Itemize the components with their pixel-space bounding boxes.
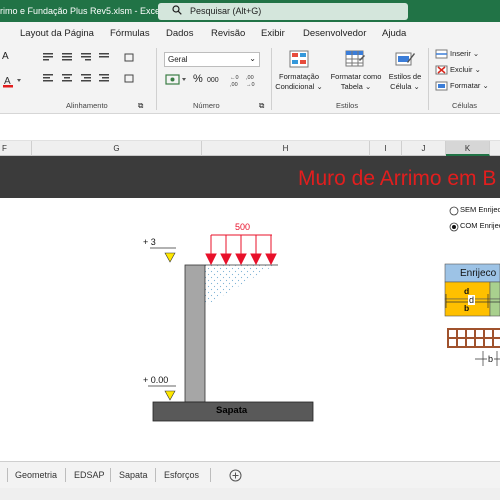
brick-detail [447, 328, 500, 348]
add-sheet-icon[interactable] [229, 469, 242, 482]
radio-without-stiffener[interactable] [449, 206, 459, 216]
ribbon-separator [428, 48, 429, 110]
wall-stem [184, 264, 206, 403]
tab-formulas[interactable]: Fórmulas [110, 28, 150, 39]
formula-bar-area [0, 114, 500, 141]
column-header-i[interactable]: I [370, 141, 402, 156]
format-as-table-label1[interactable]: Formatar como [327, 72, 385, 82]
column-header-f[interactable]: F [0, 141, 32, 156]
styles-group-label: Estilos [336, 101, 359, 110]
alignment-icons[interactable] [40, 51, 135, 96]
number-group-label: Número [193, 101, 220, 110]
currency-icon[interactable] [164, 72, 188, 88]
sheet-tab-esforcos[interactable]: Esforços [164, 462, 199, 488]
base-level-marker [148, 385, 176, 401]
svg-text:,00: ,00 [246, 75, 254, 81]
format-as-table-icon[interactable] [345, 50, 365, 68]
column-header-k[interactable]: K [446, 141, 490, 156]
base-level-label: + 0.00 [143, 375, 169, 385]
ribbon-separator [156, 48, 157, 110]
number-format-value: Geral [168, 55, 188, 64]
conditional-formatting-icon[interactable] [289, 50, 309, 68]
radio-without-stiffener-label[interactable]: SEM Enrijece [460, 205, 500, 214]
tab-separator [65, 468, 66, 482]
tab-separator [210, 468, 211, 482]
conditional-formatting-label2[interactable]: Condicional ⌄ [273, 82, 325, 92]
footing-label: Sapata [216, 405, 248, 416]
tab-separator [110, 468, 111, 482]
alignment-group-label: Alinhamento [66, 101, 108, 110]
cells-group-label: Células [452, 101, 478, 110]
tab-developer[interactable]: Desenvolvedor [303, 28, 366, 39]
sheet-tabs-bar: Geometria EDSAP Sapata Esforços [0, 461, 500, 488]
window-title: rimo e Fundação Plus Rev5.xlsm - Excel [0, 6, 163, 16]
svg-text:←0: ←0 [230, 75, 239, 81]
tab-help[interactable]: Ajuda [382, 28, 406, 39]
chevron-down-icon: ⌄ [249, 54, 256, 63]
search-box[interactable]: Pesquisar (Alt+G) [158, 3, 408, 20]
tab-data[interactable]: Dados [166, 28, 193, 39]
cell-styles-icon[interactable] [395, 50, 415, 68]
tab-separator [7, 468, 8, 482]
alignment-launcher-icon[interactable]: ⧉ [138, 101, 143, 111]
banner-title: Muro de Arrimo em B [298, 167, 497, 190]
tab-page-layout[interactable]: Layout da Página [20, 28, 94, 39]
format-cells-icon[interactable] [435, 81, 449, 91]
radio-with-stiffener[interactable] [449, 222, 459, 232]
load-value-label: 500 [235, 222, 251, 232]
thousands-button[interactable]: 000 [207, 76, 219, 86]
insert-cells-icon[interactable] [435, 49, 449, 59]
tab-review[interactable]: Revisão [211, 28, 245, 39]
title-bar: rimo e Fundação Plus Rev5.xlsm - Excel P… [0, 0, 500, 22]
status-bar [0, 488, 500, 500]
conditional-formatting-label1[interactable]: Formatação [276, 72, 322, 82]
column-header-h[interactable]: H [202, 141, 370, 156]
ribbon-tabs: Layout da Página Fórmulas Dados Revisão … [0, 22, 500, 44]
delete-button[interactable]: Excluir ⌄ [450, 65, 481, 75]
increase-font-icon[interactable]: A [2, 52, 9, 62]
delete-cells-icon[interactable] [435, 65, 449, 75]
cell-styles-label2[interactable]: Célula ⌄ [385, 82, 425, 92]
sheet-tab-edsap[interactable]: EDSAP [74, 462, 105, 488]
tab-separator [155, 468, 156, 482]
load-arrows [205, 234, 277, 266]
top-level-marker [150, 247, 176, 263]
radio-with-stiffener-label[interactable]: COM Enrijec [460, 221, 500, 230]
top-level-label: + 3 [143, 237, 156, 247]
number-launcher-icon[interactable]: ⧉ [259, 101, 264, 111]
svg-text:,00: ,00 [230, 82, 238, 88]
cell-styles-label1[interactable]: Estilos de [385, 72, 425, 82]
stiffener-table-header: Enrijeco [460, 268, 497, 279]
format-as-table-label2[interactable]: Tabela ⌄ [327, 82, 385, 92]
svg-text:→0: →0 [246, 82, 255, 88]
number-format-select[interactable]: Geral ⌄ [164, 52, 260, 67]
insert-button[interactable]: Inserir ⌄ [450, 49, 479, 59]
percent-button[interactable]: % [193, 74, 203, 85]
column-headers: F G H I J K [0, 141, 500, 156]
tab-view[interactable]: Exibir [261, 28, 285, 39]
sheet-tab-sapata[interactable]: Sapata [119, 462, 148, 488]
search-placeholder: Pesquisar (Alt+G) [190, 6, 262, 16]
sheet-tab-geometria[interactable]: Geometria [15, 462, 57, 488]
font-color-icon[interactable]: A [2, 74, 24, 88]
soil-wedge [205, 265, 275, 306]
sheet-area: 500 + 3 + 0.00 Sapata SEM Enrijece COM E… [0, 198, 500, 461]
search-icon [172, 5, 182, 15]
format-button[interactable]: Formatar ⌄ [450, 81, 489, 91]
column-header-g[interactable]: G [32, 141, 202, 156]
decimal-icons[interactable]: ←0,00 ,00→0 [229, 72, 261, 88]
column-header-j[interactable]: J [402, 141, 446, 156]
retaining-wall-drawing [148, 206, 500, 422]
dimension-d-label: d [468, 295, 476, 305]
ribbon-separator [271, 48, 272, 110]
dimension-b-label: b [487, 354, 495, 364]
title-banner: Muro de Arrimo em B [0, 156, 500, 198]
ribbon: A A Alinhamento ⧉ Geral ⌄ % 000 ←0 ,00 ,… [0, 44, 500, 114]
